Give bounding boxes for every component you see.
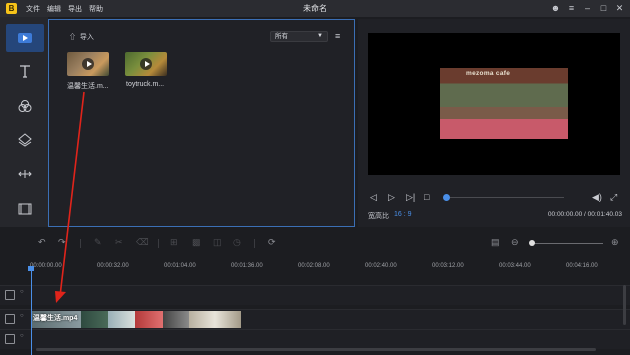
toolbar-divider bbox=[254, 239, 255, 248]
ruler-label: 00:01:36.00 bbox=[231, 263, 263, 269]
tool-transitions[interactable] bbox=[6, 160, 44, 188]
user-icon[interactable]: ☻ bbox=[548, 1, 563, 16]
zoom-in-icon[interactable]: ⊕ bbox=[611, 237, 619, 248]
volume-icon[interactable]: ◀) bbox=[592, 192, 602, 203]
tool-filters[interactable] bbox=[6, 92, 44, 120]
record-icon[interactable]: ⟳ bbox=[268, 237, 276, 248]
filter-value: 所有 bbox=[275, 33, 288, 40]
timeline-horizontal-scrollbar[interactable] bbox=[36, 348, 596, 351]
ruler-label: 00:02:40.00 bbox=[365, 263, 397, 269]
media-item-label: 温馨生活.m... bbox=[67, 83, 109, 90]
tool-overlays[interactable] bbox=[6, 126, 44, 154]
duration-icon[interactable]: ◷ bbox=[233, 237, 241, 248]
fit-timeline-icon[interactable]: ▤ bbox=[491, 237, 500, 248]
media-filter-select[interactable]: 所有 ▼ bbox=[270, 31, 328, 42]
ruler-label: 00:01:04.00 bbox=[164, 263, 196, 269]
media-icon bbox=[18, 33, 32, 43]
layers-icon bbox=[18, 133, 32, 147]
play-icon bbox=[82, 58, 94, 70]
transition-icon bbox=[18, 170, 32, 178]
media-thumb-1[interactable] bbox=[67, 52, 109, 76]
ruler-label: 00:03:44.00 bbox=[499, 263, 531, 269]
playhead-line[interactable] bbox=[31, 268, 32, 355]
menu-icon[interactable]: ≡ bbox=[564, 1, 579, 16]
redo-icon[interactable]: ↷ bbox=[58, 237, 66, 248]
maximize-icon[interactable]: □ bbox=[596, 1, 611, 16]
ruler-label: 00:02:08.00 bbox=[298, 263, 330, 269]
menu-export[interactable]: 导出 bbox=[68, 4, 82, 14]
ruler-label: 00:00:00.00 bbox=[30, 263, 62, 269]
ruler-label: 00:04:16.00 bbox=[566, 263, 598, 269]
toolbar-divider bbox=[158, 239, 159, 248]
toolbar-divider bbox=[80, 239, 81, 248]
aspect-ratio-label: 宽高比 bbox=[368, 213, 389, 220]
import-button[interactable]: ⇧ 导入 bbox=[69, 32, 94, 42]
edit-icon[interactable]: ✎ bbox=[94, 237, 102, 248]
prev-frame-icon[interactable]: ◁ bbox=[370, 192, 377, 203]
menu-help[interactable]: 帮助 bbox=[89, 4, 103, 14]
preview-screen: mezoma cafe bbox=[368, 33, 620, 175]
timecode-display: 00:00:00.00 / 00:01:40.03 bbox=[547, 211, 622, 218]
import-icon: ⇧ bbox=[69, 34, 76, 41]
menu-edit[interactable]: 编辑 bbox=[47, 4, 61, 14]
ruler-label: 00:00:32.00 bbox=[97, 263, 129, 269]
track-type-icon bbox=[5, 290, 15, 300]
filters-icon bbox=[18, 100, 32, 112]
mosaic-icon[interactable]: ▩ bbox=[192, 237, 201, 248]
split-icon[interactable]: ✂ bbox=[115, 237, 123, 248]
zoom-out-icon[interactable]: ⊖ bbox=[511, 237, 519, 248]
clip-label: 温馨生活.mp4 bbox=[33, 315, 78, 322]
chevron-down-icon: ▼ bbox=[317, 33, 323, 39]
overlay-track[interactable] bbox=[0, 285, 630, 305]
app-logo: B bbox=[6, 3, 17, 14]
close-icon[interactable]: ✕ bbox=[612, 1, 627, 16]
delete-icon[interactable]: ⌫ bbox=[136, 237, 149, 248]
media-thumb-2[interactable] bbox=[125, 52, 167, 76]
stop-button[interactable]: □ bbox=[424, 192, 429, 202]
undo-icon[interactable]: ↶ bbox=[38, 237, 46, 248]
timeline-toolbar: ↶ ↷ ✎ ✂ ⌫ ⊞ ▩ ◫ ◷ ⟳ ▤ ⊖ ⊕ bbox=[0, 232, 630, 254]
lock-icon[interactable]: ○ bbox=[20, 289, 24, 295]
aspect-ratio-value[interactable]: 16 : 9 bbox=[394, 211, 412, 218]
audio-track[interactable] bbox=[0, 329, 630, 349]
menu-file[interactable]: 文件 bbox=[26, 4, 40, 14]
text-icon bbox=[20, 65, 30, 78]
preview-sign-text: mezoma cafe bbox=[466, 70, 511, 77]
fullscreen-icon[interactable]: ⤢ bbox=[610, 192, 617, 203]
crop-icon[interactable]: ⊞ bbox=[170, 237, 178, 248]
next-frame-icon[interactable]: ▷| bbox=[406, 192, 415, 203]
ruler-label: 00:03:12.00 bbox=[432, 263, 464, 269]
playback-progress-track[interactable] bbox=[446, 197, 564, 198]
tool-text[interactable] bbox=[6, 57, 44, 85]
track-type-icon bbox=[5, 314, 15, 324]
play-button[interactable]: ▷ bbox=[388, 192, 395, 203]
play-icon bbox=[140, 58, 152, 70]
media-item-label: toytruck.m... bbox=[126, 81, 165, 88]
zoom-slider-knob[interactable] bbox=[529, 240, 535, 246]
freeze-icon[interactable]: ◫ bbox=[213, 237, 222, 248]
timeline-ruler[interactable]: 00:00:00.00 00:00:32.00 00:01:04.00 00:0… bbox=[30, 258, 630, 276]
lock-icon[interactable]: ○ bbox=[20, 333, 24, 339]
timeline-vertical-scrollbar[interactable] bbox=[623, 285, 626, 325]
preview-video-frame: mezoma cafe bbox=[440, 68, 568, 139]
zoom-slider-track[interactable] bbox=[533, 243, 603, 244]
tool-media[interactable] bbox=[6, 24, 44, 52]
tool-elements[interactable] bbox=[6, 195, 44, 223]
track-type-icon bbox=[5, 334, 15, 344]
film-icon bbox=[18, 203, 32, 215]
media-library-panel: ⇧ 导入 所有 ▼ ≡ 温馨生活.m... toytruck.m... bbox=[48, 19, 355, 227]
minimize-icon[interactable]: – bbox=[580, 1, 595, 16]
import-label: 导入 bbox=[79, 34, 94, 41]
playback-progress-knob[interactable] bbox=[443, 194, 450, 201]
lock-icon[interactable]: ○ bbox=[20, 313, 24, 319]
list-view-icon[interactable]: ≡ bbox=[335, 31, 340, 41]
preview-panel: mezoma cafe ◁ ▷ ▷| □ ◀) ⤢ 宽高比 16 : 9 00:… bbox=[358, 19, 630, 227]
